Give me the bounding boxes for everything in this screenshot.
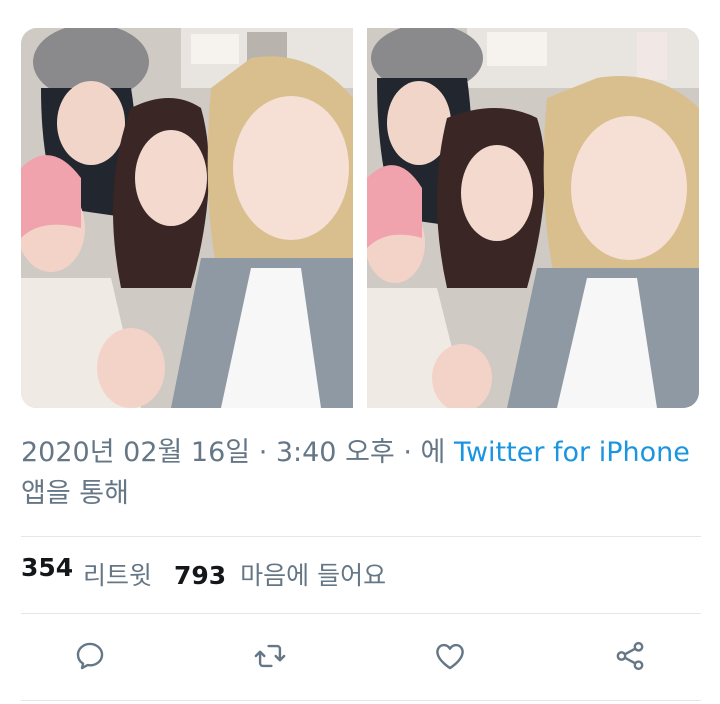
share-button[interactable] [610,636,650,676]
tweet-stats: 354 리트윗 793 마음에 들어요 [21,551,701,601]
tweet-meta: 2020년 02월 16일 · 3:40 오후 · 에 Twitter for … [21,432,701,514]
divider [21,613,701,614]
retweet-button[interactable] [250,636,290,676]
tweet-photo-2[interactable] [367,28,699,408]
tweet-timestamp[interactable]: 2020년 02월 16일 · 3:40 오후 · 에 [21,437,445,468]
like-label[interactable]: 마음에 들어요 [240,561,386,590]
retweet-icon [254,644,286,668]
reply-icon [76,642,104,670]
like-count[interactable]: 793 [174,561,226,590]
divider [21,536,701,537]
share-icon [616,641,644,671]
like-button[interactable] [430,636,470,676]
tweet-actions [0,624,720,690]
tweet-photo-1[interactable] [21,28,353,408]
tweet-media [0,0,720,424]
retweet-label[interactable]: 리트윗 [83,561,152,590]
heart-icon [436,643,464,670]
reply-button[interactable] [70,636,110,676]
retweet-count[interactable]: 354 [21,551,77,601]
tweet-client-suffix: 앱을 통해 [21,478,129,509]
tweet-client-link[interactable]: Twitter for iPhone [454,437,690,468]
divider [21,700,701,701]
